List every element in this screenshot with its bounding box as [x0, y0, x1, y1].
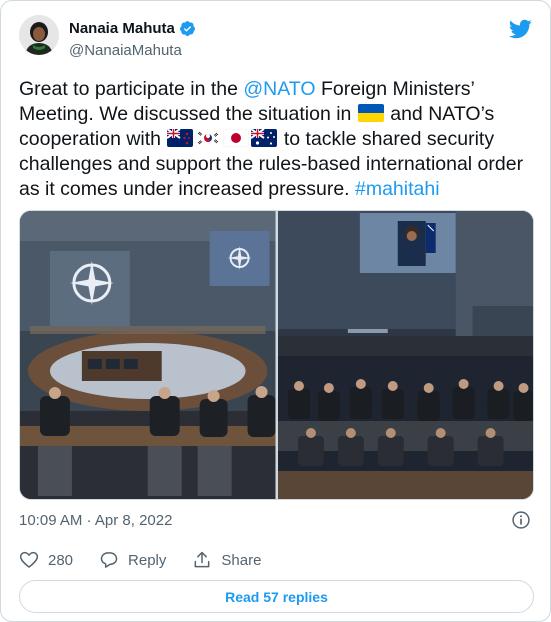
avatar[interactable] — [19, 15, 59, 55]
reply-label: Reply — [128, 551, 167, 569]
info-icon[interactable] — [511, 510, 531, 530]
like-button[interactable]: 280 — [19, 550, 73, 570]
new-zealand-flag-icon — [167, 129, 194, 147]
tweet-timestamp[interactable]: 10:09 AM · Apr 8, 2022 — [19, 512, 172, 529]
author-handle[interactable]: @NanaiaMahuta — [69, 42, 182, 59]
reply-button[interactable]: Reply — [99, 550, 166, 570]
share-label: Share — [221, 551, 262, 569]
twitter-bird-icon[interactable] — [508, 17, 532, 41]
video-conference-screen-photo[interactable] — [277, 211, 533, 499]
display-name[interactable]: Nanaia Mahuta — [69, 20, 175, 37]
read-replies-button[interactable]: Read 57 replies — [19, 580, 534, 613]
heart-icon — [19, 551, 39, 568]
japan-flag-icon — [223, 129, 250, 147]
tweet-text-part: Great to participate in the — [19, 78, 244, 100]
south-korea-flag-icon — [195, 129, 222, 147]
tweet-card: Nanaia Mahuta @NanaiaMahuta Great to par… — [0, 0, 551, 622]
tweet-media — [19, 210, 534, 500]
ukraine-flag-icon — [357, 104, 384, 122]
share-icon — [194, 551, 210, 568]
author-name-row[interactable]: Nanaia Mahuta — [69, 20, 196, 37]
reply-bubble-icon — [100, 552, 118, 568]
tweet-text: Great to participate in the @NATO Foreig… — [19, 77, 539, 202]
nato-mention-link[interactable]: @NATO — [243, 78, 315, 100]
australia-flag-icon — [251, 129, 278, 147]
nato-meeting-room-photo[interactable] — [20, 211, 276, 499]
share-button[interactable]: Share — [192, 550, 261, 570]
like-count: 280 — [48, 551, 74, 569]
verified-badge-icon — [179, 21, 195, 36]
tweet-actions: 280 Reply Share — [19, 550, 287, 570]
mahitahi-hashtag-link[interactable]: #mahitahi — [355, 178, 440, 200]
